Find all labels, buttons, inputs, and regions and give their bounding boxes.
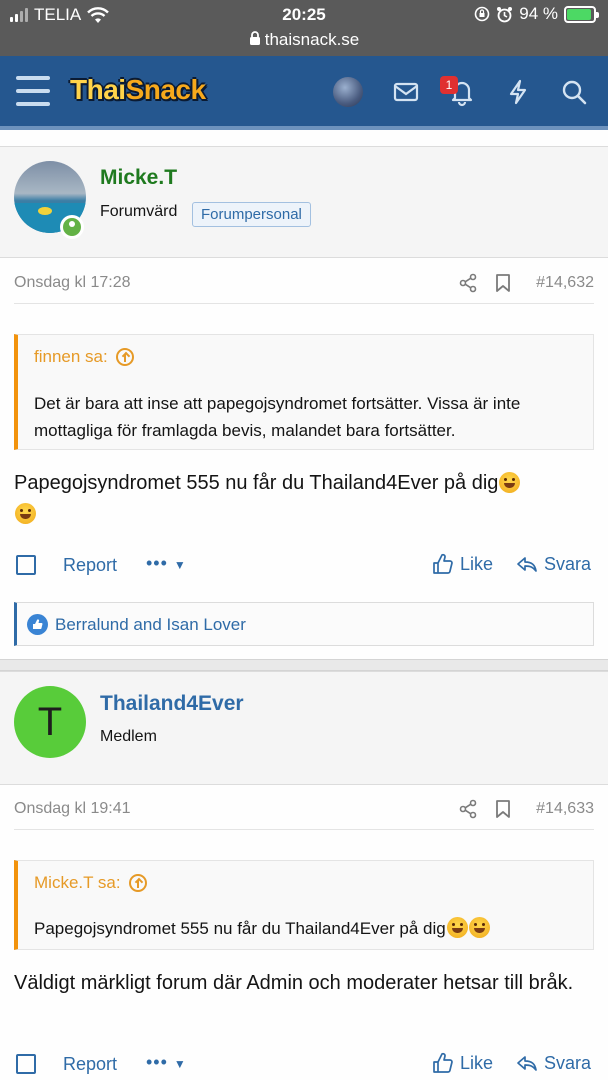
more-dots: ••• [146,1052,168,1072]
staff-badge: Forumpersonal [192,202,311,227]
more-menu-button[interactable]: ••• ▼ [146,1052,187,1073]
grin-emoji-icon [446,917,468,938]
post-message: Papegojsyndromet 555 nu får du Thailand4… [14,468,592,530]
quote-author: finnen sa: [34,347,108,366]
like-button[interactable]: Like [432,553,493,575]
search-icon[interactable] [558,76,590,108]
share-icon[interactable] [458,799,478,819]
more-dots: ••• [146,553,168,573]
share-icon[interactable] [458,273,478,293]
grin-emoji-icon [468,917,490,938]
select-checkbox[interactable] [16,555,36,575]
post-divider [0,659,608,671]
quote-text-content: Papegojsyndromet 555 nu får du Thailand4… [34,919,446,938]
online-status-icon [60,215,84,239]
user-title: Forumvärd [100,203,178,220]
avatar[interactable]: T [14,686,86,758]
status-right: 94 % [474,4,599,24]
bookmark-icon[interactable] [494,799,512,819]
bookmark-icon[interactable] [494,273,512,293]
report-button[interactable]: Report [63,555,117,576]
battery-icon [564,5,599,23]
grin-emoji-icon [15,503,36,524]
quote-block: Micke.T sa: Papegojsyndromet 555 nu får … [14,860,594,950]
inbox-icon[interactable] [390,76,422,108]
status-bar: TELIA 20:25 thaisnack.se 94 % [0,0,608,56]
like-label: Like [460,553,494,574]
like-label: Like [460,1052,494,1073]
url-bar[interactable]: thaisnack.se [0,30,608,50]
menu-icon[interactable] [16,76,50,106]
message-text: Papegojsyndromet 555 nu får du Thailand4… [14,472,499,494]
more-menu-button[interactable]: ••• ▼ [146,553,187,574]
alarm-icon [497,6,513,22]
logo-thai: Thai [70,74,126,105]
app-header: ThaiSnack [0,56,608,130]
battery-percent: 94 % [519,4,558,23]
reply-button[interactable]: Svara [516,1052,591,1074]
post-message: Väldigt märkligt forum där Admin och mod… [14,972,574,994]
post-user-header: Micke.T Forumvärd Forumpersonal [0,146,608,258]
quote-text: Papegojsyndromet 555 nu får du Thailand4… [34,915,579,942]
post-date[interactable]: Onsdag kl 17:28 [14,274,131,292]
reply-icon [517,557,537,572]
like-button[interactable]: Like [432,1052,493,1074]
quote-author-link[interactable]: Micke.T sa: [34,873,147,893]
url-text: thaisnack.se [264,30,360,49]
like-reaction-icon [27,614,48,635]
reaction-users[interactable]: Berralund and Isan Lover [55,615,246,635]
thumbs-up-icon [433,1052,453,1073]
lock-icon [249,31,260,45]
reactions-bar[interactable]: Berralund and Isan Lover [14,602,594,646]
quote-author-link[interactable]: finnen sa: [34,347,134,367]
post-actions: Report ••• ▼ Like Svara [14,549,594,583]
quote-block: finnen sa: Det är bara att inse att pape… [14,334,594,450]
notification-badge: 1 [440,76,458,94]
report-button[interactable]: Report [63,1054,117,1075]
post-number[interactable]: #14,633 [536,800,594,818]
quote-text: Det är bara att inse att papegojsyndrome… [34,394,521,440]
user-title: Medlem [100,728,157,745]
reply-label: Svara [544,1052,592,1073]
post-number[interactable]: #14,632 [536,274,594,292]
site-logo[interactable]: ThaiSnack [70,74,206,106]
reply-button[interactable]: Svara [516,553,591,575]
grin-emoji-icon [499,472,521,493]
select-checkbox[interactable] [16,1054,36,1074]
arrow-up-icon[interactable] [115,348,134,366]
chevron-down-icon: ▼ [173,558,187,572]
reply-label: Svara [544,553,592,574]
thumbs-up-icon [433,553,453,574]
arrow-up-icon[interactable] [128,874,147,892]
post-date[interactable]: Onsdag kl 19:41 [14,800,131,818]
chevron-down-icon: ▼ [173,1057,187,1071]
bolt-icon[interactable] [502,76,534,108]
post-actions: Report ••• ▼ Like Svara [14,1048,594,1080]
post-meta: Onsdag kl 19:41 #14,633 [14,790,594,830]
reply-icon [517,1056,537,1071]
account-avatar[interactable] [333,77,363,107]
rotation-lock-icon [474,6,490,22]
username[interactable]: Micke.T [100,166,177,190]
post-user-header: T Thailand4Ever Medlem [0,671,608,785]
post-meta: Onsdag kl 17:28 #14,632 [14,264,594,304]
username[interactable]: Thailand4Ever [100,692,244,716]
quote-author: Micke.T sa: [34,873,121,892]
logo-snack: Snack [125,74,207,105]
